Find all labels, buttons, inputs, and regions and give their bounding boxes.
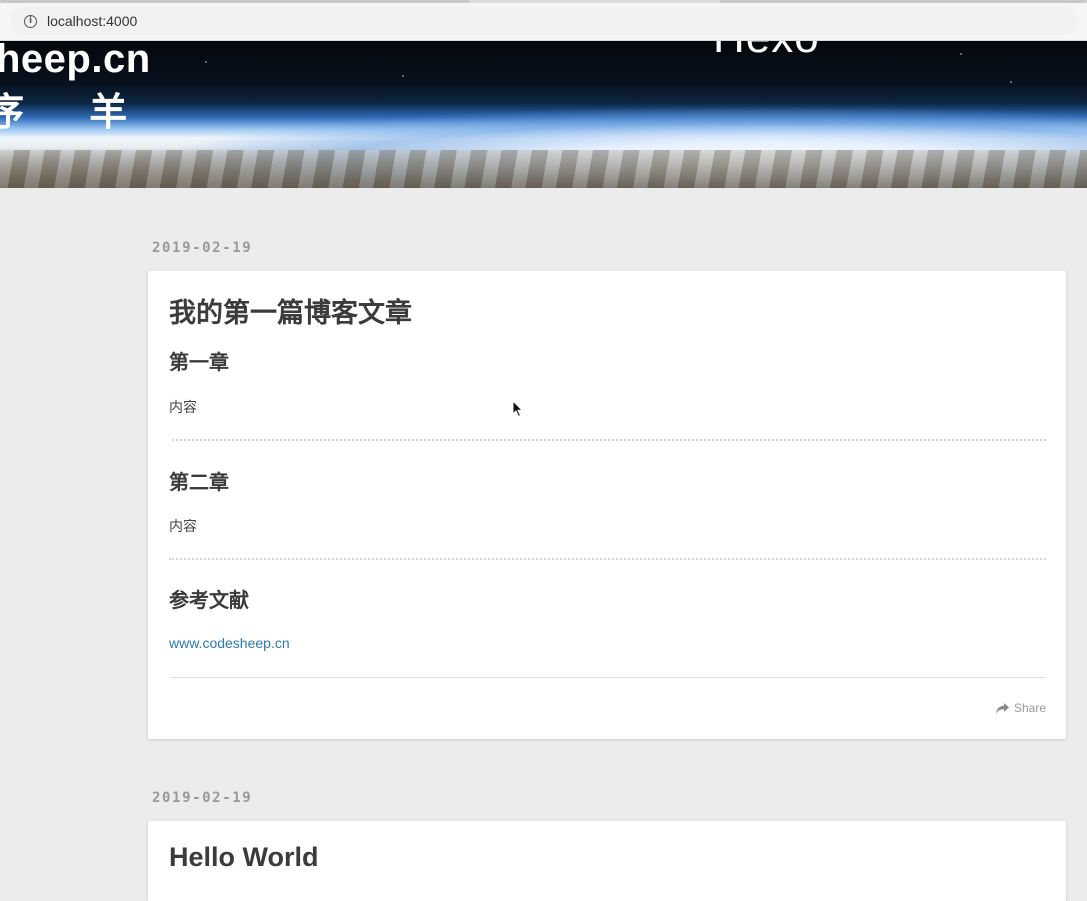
star-decoration <box>402 75 404 77</box>
address-bar[interactable]: i localhost:4000 <box>10 7 1077 35</box>
section-heading: 参考文献 <box>169 588 249 612</box>
share-button[interactable]: Share <box>995 701 1046 715</box>
site-banner: heep.cn 序 羊 Hexo <box>0 41 1087 188</box>
browser-toolbar: i localhost:4000 <box>0 0 1087 41</box>
info-icon[interactable]: i <box>24 14 37 28</box>
mouse-cursor-icon <box>512 400 524 418</box>
share-icon <box>995 702 1009 713</box>
site-title[interactable]: heep.cn <box>0 41 151 82</box>
star-decoration <box>205 61 207 63</box>
section-divider <box>172 439 1046 441</box>
share-label: Share <box>1013 701 1046 715</box>
browser-tab-strip <box>0 0 1087 3</box>
banner-clouds <box>0 150 1087 188</box>
post-title[interactable]: 我的第一篇博客文章 <box>169 291 412 330</box>
browser-tab[interactable] <box>720 0 1087 3</box>
browser-tab[interactable] <box>0 0 470 3</box>
url-text[interactable]: localhost:4000 <box>47 13 137 29</box>
post-card: Hello World <box>148 821 1066 901</box>
post-card: 我的第一篇博客文章 第一章 内容 第二章 内容 参考文献 www.codeshe… <box>148 271 1066 739</box>
post-date[interactable]: 2019-02-19 <box>152 240 252 256</box>
site-logo-text[interactable]: Hexo <box>713 41 820 63</box>
section-body: 内容 <box>169 519 197 535</box>
star-decoration <box>960 53 962 55</box>
post-title[interactable]: Hello World <box>169 842 319 873</box>
section-heading: 第二章 <box>169 470 229 494</box>
post-footer-divider <box>170 677 1046 678</box>
reference-link[interactable]: www.codesheep.cn <box>169 635 290 651</box>
section-body: 内容 <box>169 400 197 416</box>
star-decoration <box>1010 81 1012 83</box>
section-divider <box>169 558 1046 560</box>
post-date[interactable]: 2019-02-19 <box>152 790 252 806</box>
section-heading: 第一章 <box>169 350 229 374</box>
site-subtitle: 序 羊 <box>0 90 154 134</box>
